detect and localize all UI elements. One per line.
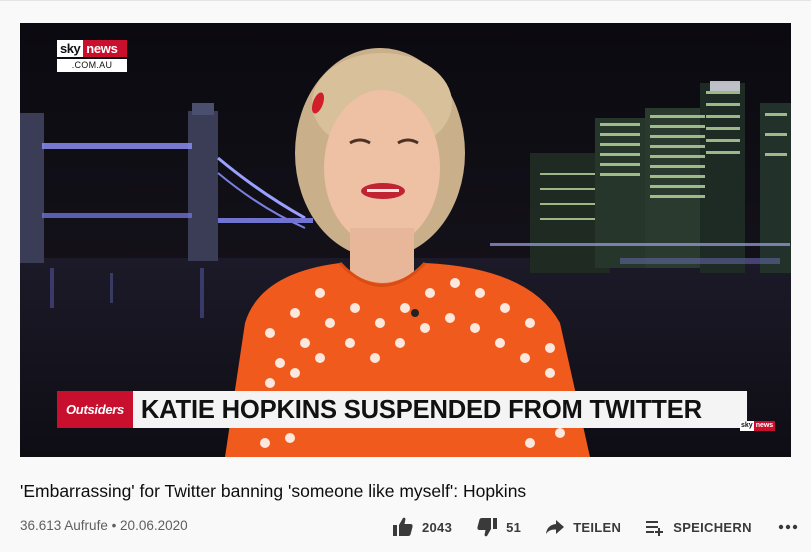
logo-domain-text: .COM.AU (57, 59, 127, 72)
video-title: 'Embarrassing' for Twitter banning 'some… (20, 481, 527, 501)
views-and-date: 36.613 Aufrufe • 20.06.2020 (20, 518, 188, 533)
share-arrow-icon (545, 518, 565, 536)
top-divider (0, 0, 811, 1)
thumb-down-icon (476, 517, 498, 537)
share-label: TEILEN (573, 519, 622, 535)
share-button[interactable]: TEILEN (545, 518, 621, 536)
news-lower-third: Outsiders KATIE HOPKINS SUSPENDED FROM T… (57, 391, 757, 428)
thumb-up-icon (392, 517, 414, 537)
logo-news-text: news (83, 40, 127, 57)
playlist-add-icon (645, 518, 665, 536)
news-headline: KATIE HOPKINS SUSPENDED FROM TWITTER (133, 391, 748, 428)
save-label: SPEICHERN (673, 519, 752, 535)
save-button[interactable]: SPEICHERN (645, 518, 752, 536)
more-horizontal-icon (778, 524, 798, 530)
logo-sky-text: sky (57, 40, 84, 57)
sky-news-logo: sky news .COM.AU (57, 40, 127, 73)
mini-sky-news-logo: sky news (740, 421, 776, 431)
more-actions-button[interactable] (778, 524, 798, 530)
like-count: 2043 (422, 519, 453, 535)
show-logo: Outsiders (57, 391, 133, 428)
mini-logo-sky: sky (740, 421, 754, 431)
mini-logo-news: news (753, 421, 776, 431)
video-player[interactable]: sky news .COM.AU Outsiders KATIE HOPKINS… (20, 23, 791, 457)
dislike-button[interactable]: 51 (476, 517, 521, 537)
like-button[interactable]: 2043 (392, 517, 452, 537)
dislike-count: 51 (506, 519, 522, 535)
action-bar: 2043 51 TEILEN SPEICHERN (392, 515, 798, 539)
